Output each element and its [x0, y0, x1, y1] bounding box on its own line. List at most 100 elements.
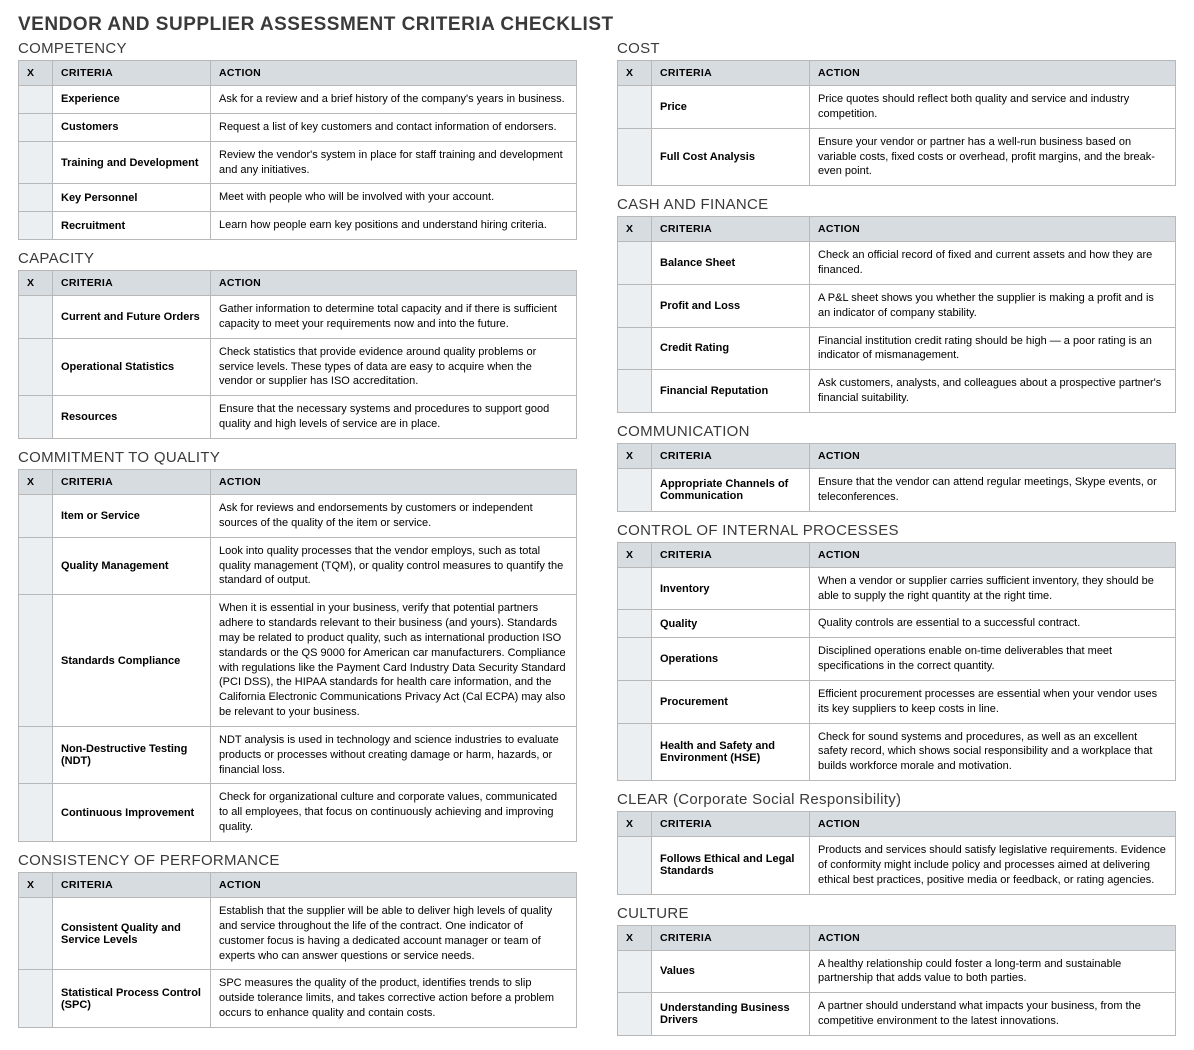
action-cell: NDT analysis is used in technology and s…: [211, 726, 577, 784]
action-cell: Products and services should satisfy leg…: [810, 837, 1176, 895]
criteria-cell: Recruitment: [53, 212, 211, 240]
table-row: Consistent Quality and Service LevelsEst…: [19, 898, 577, 970]
checkbox-cell[interactable]: [618, 680, 652, 723]
criteria-cell: Consistent Quality and Service Levels: [53, 898, 211, 970]
table-row: Non-Destructive Testing (NDT)NDT analysi…: [19, 726, 577, 784]
section-title: CAPACITY: [18, 250, 577, 267]
action-cell: Check an official record of fixed and cu…: [810, 242, 1176, 285]
col-header-action: ACTION: [211, 469, 577, 494]
action-cell: Quality controls are essential to a succ…: [810, 610, 1176, 638]
checkbox-cell[interactable]: [618, 284, 652, 327]
action-cell: Ask customers, analysts, and colleagues …: [810, 370, 1176, 413]
table-row: PricePrice quotes should reflect both qu…: [618, 86, 1176, 129]
table-row: Financial ReputationAsk customers, analy…: [618, 370, 1176, 413]
checkbox-cell[interactable]: [19, 184, 53, 212]
checkbox-cell[interactable]: [19, 338, 53, 396]
criteria-cell: Credit Rating: [652, 327, 810, 370]
checkbox-cell[interactable]: [618, 128, 652, 186]
section-cash-and-finance: CASH AND FINANCEXCRITERIAACTIONBalance S…: [617, 196, 1176, 413]
table-row: Quality ManagementLook into quality proc…: [19, 537, 577, 595]
col-header-x: X: [19, 61, 53, 86]
checkbox-cell[interactable]: [19, 970, 53, 1028]
page-title: VENDOR AND SUPPLIER ASSESSMENT CRITERIA …: [18, 14, 1176, 36]
section-capacity: CAPACITYXCRITERIAACTIONCurrent and Futur…: [18, 250, 577, 439]
col-header-x: X: [19, 271, 53, 296]
table-row: InventoryWhen a vendor or supplier carri…: [618, 567, 1176, 610]
criteria-cell: Balance Sheet: [652, 242, 810, 285]
col-header-x: X: [618, 925, 652, 950]
checkbox-cell[interactable]: [618, 837, 652, 895]
col-header-action: ACTION: [810, 925, 1176, 950]
checkbox-cell[interactable]: [618, 638, 652, 681]
criteria-cell: Item or Service: [53, 494, 211, 537]
checkbox-cell[interactable]: [618, 86, 652, 129]
checkbox-cell[interactable]: [618, 468, 652, 511]
left-column: COMPETENCYXCRITERIAACTIONExperienceAsk f…: [18, 40, 577, 1036]
table-row: Operational StatisticsCheck statistics t…: [19, 338, 577, 396]
checkbox-cell[interactable]: [618, 327, 652, 370]
checkbox-cell[interactable]: [618, 242, 652, 285]
checkbox-cell[interactable]: [618, 723, 652, 781]
checkbox-cell[interactable]: [19, 898, 53, 970]
section-control-of-internal-processes: CONTROL OF INTERNAL PROCESSESXCRITERIAAC…: [617, 522, 1176, 781]
checkbox-cell[interactable]: [618, 370, 652, 413]
table-row: Appropriate Channels of CommunicationEns…: [618, 468, 1176, 511]
action-cell: SPC measures the quality of the product,…: [211, 970, 577, 1028]
action-cell: When a vendor or supplier carries suffic…: [810, 567, 1176, 610]
checkbox-cell[interactable]: [618, 610, 652, 638]
criteria-cell: Training and Development: [53, 141, 211, 184]
criteria-cell: Key Personnel: [53, 184, 211, 212]
checkbox-cell[interactable]: [19, 141, 53, 184]
checkbox-cell[interactable]: [19, 212, 53, 240]
col-header-action: ACTION: [810, 443, 1176, 468]
action-cell: Ensure that the necessary systems and pr…: [211, 396, 577, 439]
checkbox-cell[interactable]: [19, 113, 53, 141]
section-title: CASH AND FINANCE: [617, 196, 1176, 213]
checkbox-cell[interactable]: [19, 595, 53, 727]
checkbox-cell[interactable]: [618, 950, 652, 993]
action-cell: Review the vendor's system in place for …: [211, 141, 577, 184]
col-header-action: ACTION: [211, 271, 577, 296]
col-header-action: ACTION: [810, 812, 1176, 837]
criteria-cell: Quality: [652, 610, 810, 638]
action-cell: Gather information to determine total ca…: [211, 296, 577, 339]
col-header-x: X: [19, 469, 53, 494]
criteria-cell: Financial Reputation: [652, 370, 810, 413]
criteria-cell: Operations: [652, 638, 810, 681]
section-culture: CULTUREXCRITERIAACTIONValuesA healthy re…: [617, 905, 1176, 1036]
checkbox-cell[interactable]: [19, 396, 53, 439]
col-header-criteria: CRITERIA: [652, 812, 810, 837]
action-cell: When it is essential in your business, v…: [211, 595, 577, 727]
col-header-action: ACTION: [810, 217, 1176, 242]
action-cell: Look into quality processes that the ven…: [211, 537, 577, 595]
action-cell: A P&L sheet shows you whether the suppli…: [810, 284, 1176, 327]
section-clear: CLEAR (Corporate Social Responsibility) X…: [617, 791, 1176, 895]
section-title: CLEAR (Corporate Social Responsibility): [617, 791, 1176, 808]
criteria-cell: Understanding Business Drivers: [652, 993, 810, 1036]
criteria-table: XCRITERIAACTIONExperienceAsk for a revie…: [18, 60, 577, 240]
action-cell: Request a list of key customers and cont…: [211, 113, 577, 141]
checkbox-cell[interactable]: [618, 567, 652, 610]
table-row: Profit and LossA P&L sheet shows you whe…: [618, 284, 1176, 327]
checkbox-cell[interactable]: [19, 494, 53, 537]
action-cell: A healthy relationship could foster a lo…: [810, 950, 1176, 993]
criteria-cell: Values: [652, 950, 810, 993]
criteria-cell: Inventory: [652, 567, 810, 610]
table-row: Balance SheetCheck an official record of…: [618, 242, 1176, 285]
criteria-table: XCRITERIAACTIONPricePrice quotes should …: [617, 60, 1176, 186]
criteria-table: XCRITERIAACTIONItem or ServiceAsk for re…: [18, 469, 577, 842]
checkbox-cell[interactable]: [19, 784, 53, 842]
col-header-criteria: CRITERIA: [53, 271, 211, 296]
action-cell: Financial institution credit rating shou…: [810, 327, 1176, 370]
criteria-table: XCRITERIAACTIONFollows Ethical and Legal…: [617, 811, 1176, 895]
checkbox-cell[interactable]: [19, 296, 53, 339]
checkbox-cell[interactable]: [618, 993, 652, 1036]
checkbox-cell[interactable]: [19, 86, 53, 114]
checkbox-cell[interactable]: [19, 537, 53, 595]
table-row: Understanding Business DriversA partner …: [618, 993, 1176, 1036]
table-row: Standards ComplianceWhen it is essential…: [19, 595, 577, 727]
section-cost: COSTXCRITERIAACTIONPricePrice quotes sho…: [617, 40, 1176, 186]
col-header-criteria: CRITERIA: [652, 61, 810, 86]
col-header-x: X: [618, 443, 652, 468]
checkbox-cell[interactable]: [19, 726, 53, 784]
